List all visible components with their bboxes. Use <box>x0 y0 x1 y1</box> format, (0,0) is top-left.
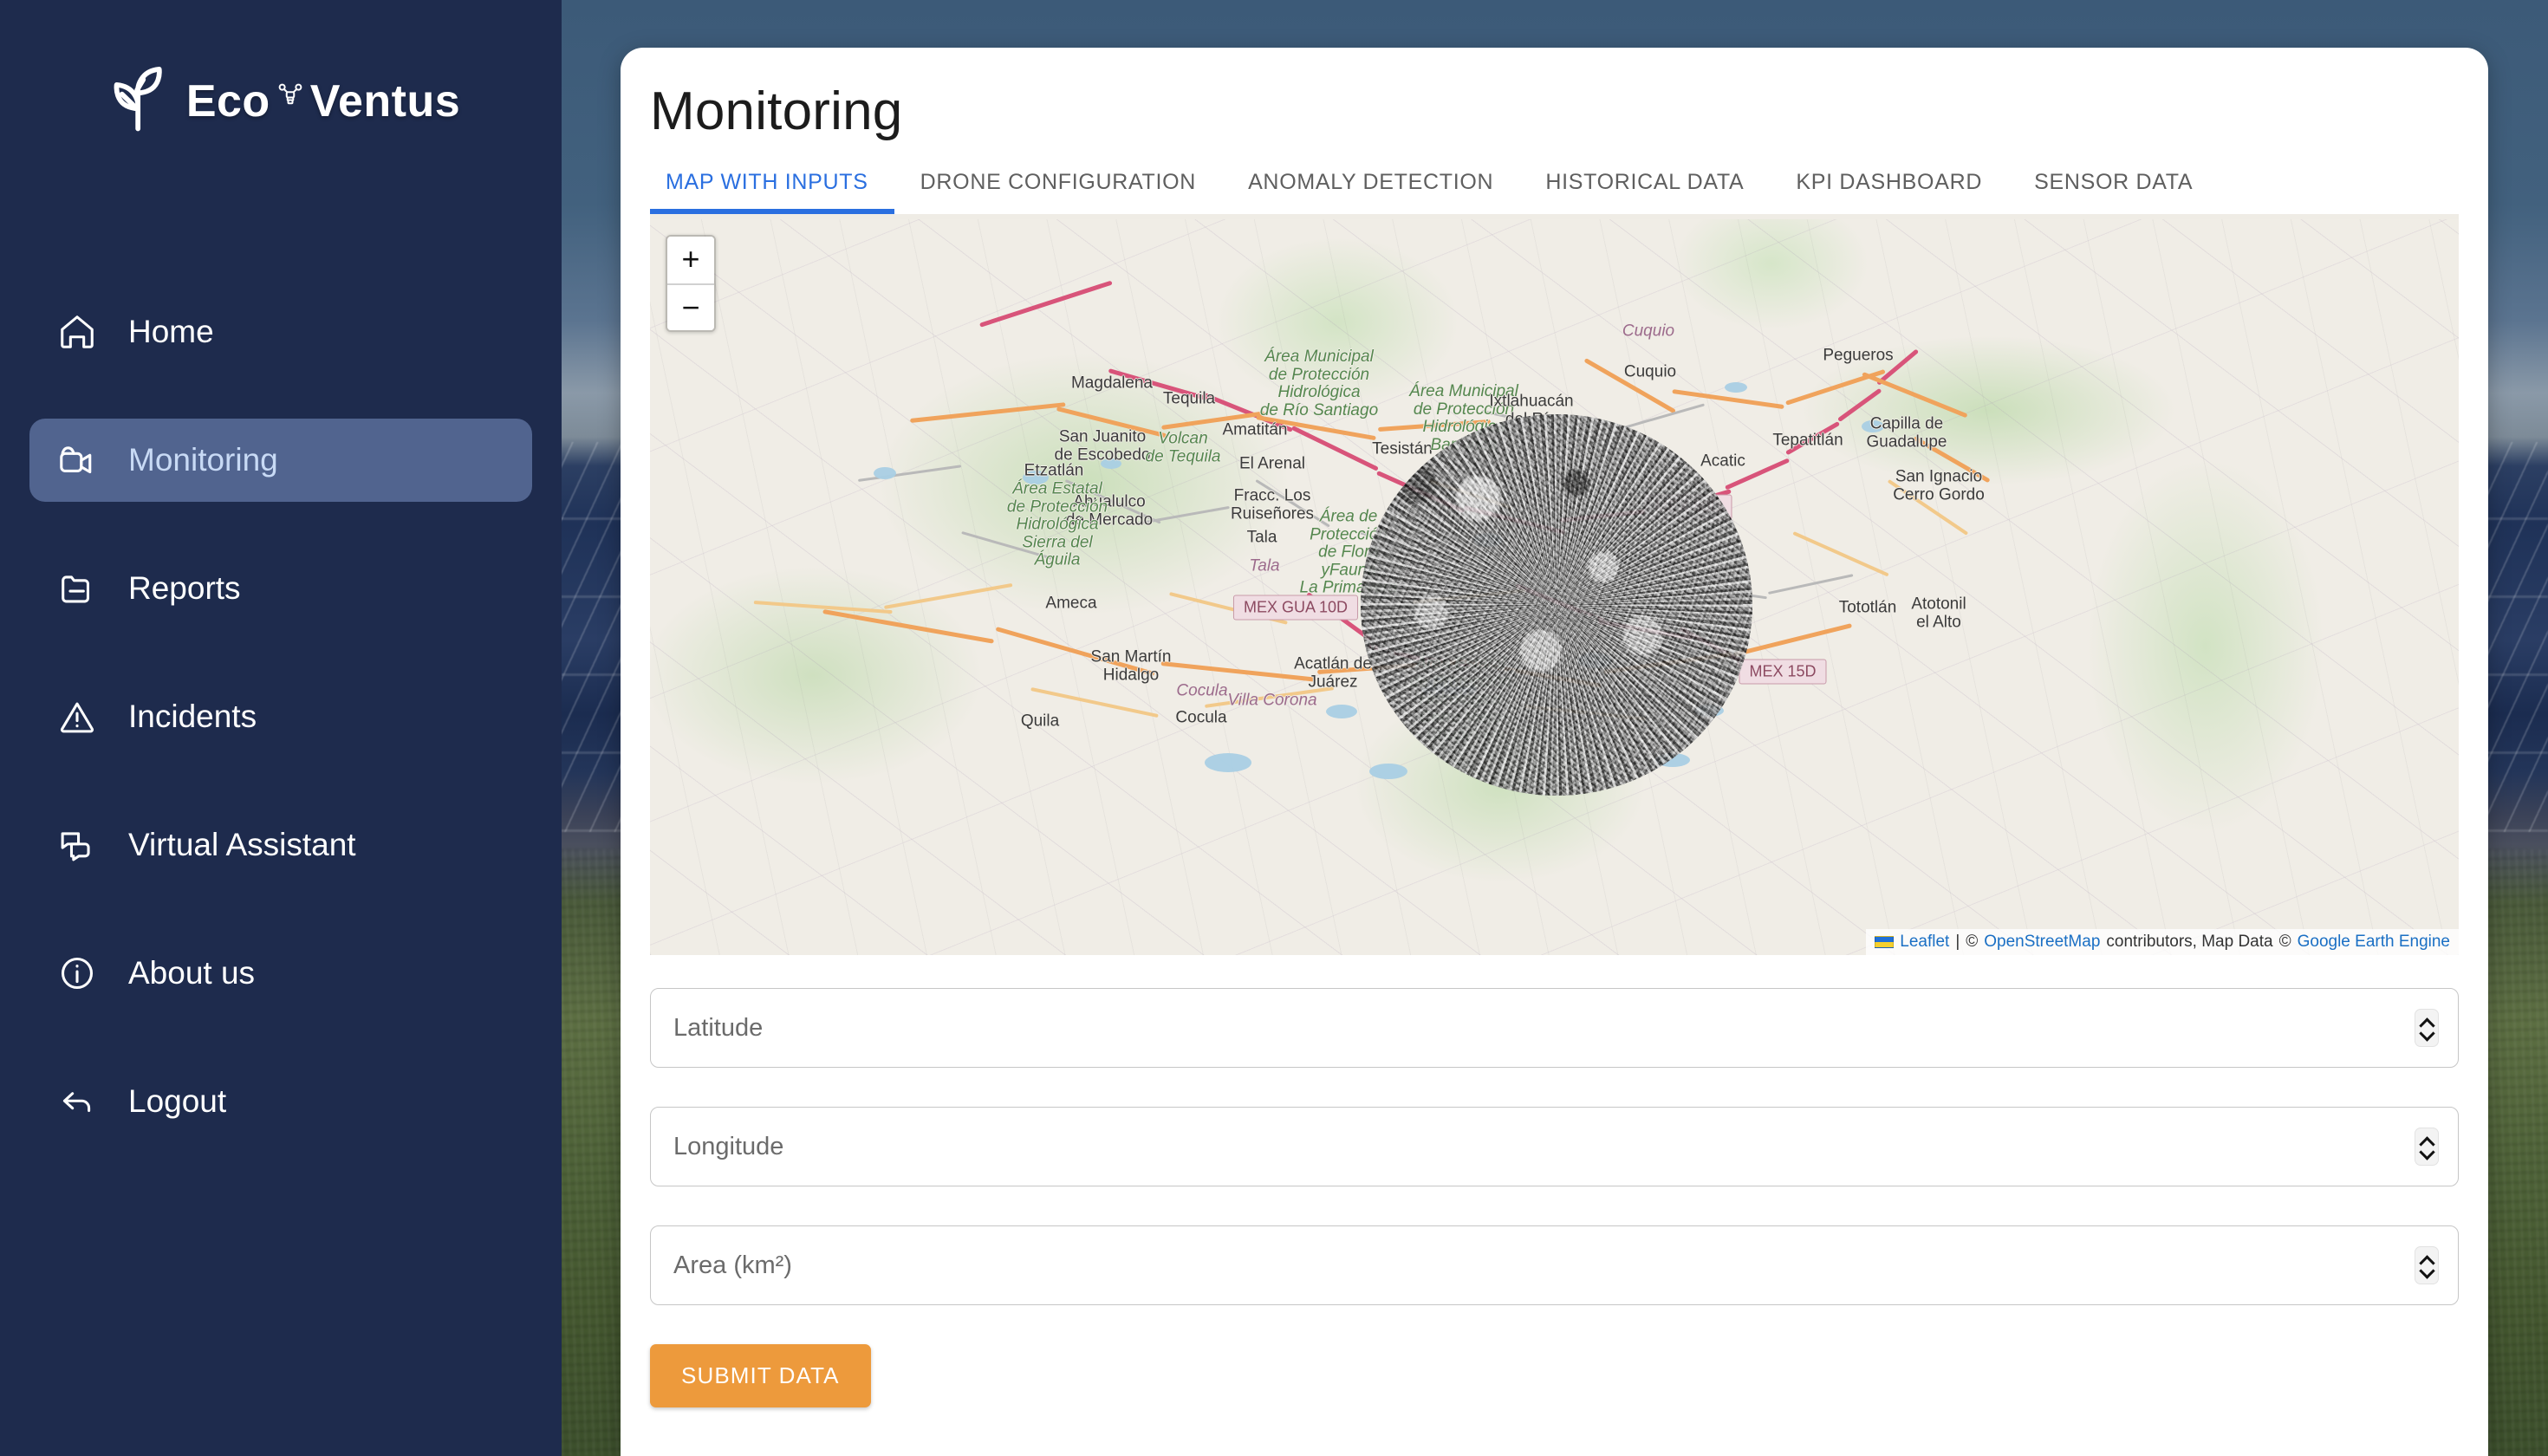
tab-anomaly-detection[interactable]: ANOMALY DETECTION <box>1222 170 1519 214</box>
sidebar-item-label: Monitoring <box>128 442 278 478</box>
map-place-label: Pegueros <box>1823 348 1893 366</box>
brand-name-part2: Ventus <box>310 75 461 127</box>
leaflet-link[interactable]: Leaflet <box>1900 933 1949 952</box>
attribution-separator: | <box>1955 933 1960 952</box>
map-tiles: Magdalena Tequila Amatitán El Arenal San Jua… <box>650 219 2459 955</box>
map-place-label: Cuquio <box>1622 323 1674 341</box>
tab-bar: MAP WITH INPUTS DRONE CONFIGURATION ANOM… <box>621 142 2488 214</box>
map-water-body <box>1326 705 1357 718</box>
zoom-in-button[interactable]: + <box>667 237 714 283</box>
latitude-stepper[interactable] <box>2415 1009 2439 1047</box>
sidebar-item-label: Incidents <box>128 699 257 735</box>
page-title: Monitoring <box>621 48 2488 142</box>
longitude-input[interactable] <box>651 1108 2458 1186</box>
map-place-label: San MartínHidalgo <box>1091 648 1172 684</box>
map-water-body <box>874 467 896 479</box>
map-water-body <box>1205 753 1251 772</box>
drone-icon <box>276 82 305 120</box>
tab-sensor-data[interactable]: SENSOR DATA <box>2008 170 2219 214</box>
sidebar-item-reports[interactable]: Reports <box>29 547 532 630</box>
video-camera-icon <box>55 439 99 482</box>
sidebar-item-logout[interactable]: Logout <box>29 1060 532 1143</box>
map-place-label: Ameca <box>1045 595 1096 614</box>
tab-kpi-dashboard[interactable]: KPI DASHBOARD <box>1770 170 2008 214</box>
map-place-label: Tequila <box>1163 391 1215 409</box>
attribution-copyright-1: © <box>1966 933 1978 952</box>
map-place-label: San Juanitode Escobedo <box>1055 428 1151 464</box>
sidebar-item-label: About us <box>128 955 255 991</box>
latitude-input[interactable] <box>651 989 2458 1067</box>
brand-logo[interactable]: Eco Ventus <box>0 59 562 143</box>
map-place-label: Quila <box>1021 713 1059 731</box>
submit-data-button[interactable]: SUBMIT DATA <box>650 1344 871 1407</box>
area-stepper[interactable] <box>2415 1246 2439 1284</box>
map-place-label: Cocula <box>1175 710 1226 728</box>
sidebar-item-label: Logout <box>128 1083 226 1120</box>
sidebar: Eco Ventus Home <box>0 0 562 1456</box>
longitude-field[interactable] <box>650 1107 2459 1186</box>
sidebar-nav: Home Monitoring Reports <box>0 290 562 1143</box>
zoom-out-button[interactable]: − <box>667 283 714 330</box>
brand-name: Eco Ventus <box>186 75 460 127</box>
google-earth-engine-link[interactable]: Google Earth Engine <box>2298 933 2450 952</box>
chevron-down-icon[interactable] <box>2420 1148 2434 1156</box>
map-place-label: Villa Corona <box>1227 692 1316 711</box>
map-attribution: Leaflet | © OpenStreetMap contributors, … <box>1866 929 2459 955</box>
brand-name-part1: Eco <box>186 75 270 127</box>
sidebar-item-label: Home <box>128 314 214 350</box>
area-input[interactable] <box>651 1226 2458 1304</box>
tab-historical-data[interactable]: HISTORICAL DATA <box>1519 170 1770 214</box>
gee-raster-overlay <box>1361 414 1752 796</box>
sidebar-item-virtual-assistant[interactable]: Virtual Assistant <box>29 803 532 887</box>
map-place-label: El Arenal <box>1239 456 1305 474</box>
content-card: Monitoring MAP WITH INPUTS DRONE CONFIGU… <box>621 48 2488 1456</box>
sidebar-item-label: Reports <box>128 570 241 607</box>
map-place-label: Magdalena <box>1071 375 1153 393</box>
tab-map-with-inputs[interactable]: MAP WITH INPUTS <box>650 170 894 214</box>
chat-bubbles-icon <box>55 823 99 867</box>
map-place-label: Área Municipalde ProtecciónHidrológicade… <box>1260 348 1378 419</box>
sidebar-item-incidents[interactable]: Incidents <box>29 675 532 758</box>
map-place-label: Tala <box>1247 530 1277 548</box>
openstreetmap-link[interactable]: OpenStreetMap <box>1984 933 2100 952</box>
map-place-label: Etzatlán <box>1024 463 1084 481</box>
latitude-field[interactable] <box>650 988 2459 1068</box>
folder-minus-icon <box>55 567 99 610</box>
coordinates-form: SUBMIT DATA <box>621 955 2488 1407</box>
chevron-down-icon[interactable] <box>2420 1030 2434 1037</box>
longitude-stepper[interactable] <box>2415 1128 2439 1166</box>
map-zoom-control: + − <box>666 235 716 332</box>
map-place-label: Atotonilel Alto <box>1911 595 1966 631</box>
map-place-label: San IgnacioCerro Gordo <box>1893 468 1985 504</box>
map-place-label: Área Estatalde ProtecciónHidrológicaSier… <box>1007 481 1108 570</box>
map-place-label: Tepatitlán <box>1772 432 1843 451</box>
sidebar-item-label: Virtual Assistant <box>128 827 356 863</box>
sidebar-item-about-us[interactable]: About us <box>29 932 532 1015</box>
info-circle-icon <box>55 952 99 995</box>
map-place-label: Cuquio <box>1624 364 1676 382</box>
map-place-label: Tototlán <box>1839 600 1897 618</box>
leaf-sprout-icon <box>101 59 181 143</box>
map-place-label: Volcande Tequila <box>1146 430 1221 465</box>
home-icon <box>55 310 99 354</box>
map-water-body <box>1725 382 1747 393</box>
area-field[interactable] <box>650 1225 2459 1305</box>
map-place-label: Amatitán <box>1223 422 1288 440</box>
sidebar-item-monitoring[interactable]: Monitoring <box>29 419 532 502</box>
ukraine-flag-icon <box>1875 936 1894 948</box>
tab-drone-configuration[interactable]: DRONE CONFIGURATION <box>894 170 1222 214</box>
sidebar-item-home[interactable]: Home <box>29 290 532 374</box>
map-place-label: Capilla deGuadalupe <box>1867 415 1947 451</box>
map-route-shield: MEX GUA 10D <box>1233 595 1358 621</box>
map-place-label: Tala <box>1249 558 1279 576</box>
raster-noise-layer-2 <box>1361 414 1752 796</box>
leaflet-map[interactable]: Magdalena Tequila Amatitán El Arenal San Jua… <box>650 214 2459 955</box>
map-place-label: Cocula <box>1176 683 1227 701</box>
arrow-back-icon <box>55 1080 99 1123</box>
attribution-copyright-2: © <box>2279 933 2291 952</box>
warning-triangle-icon <box>55 695 99 738</box>
attribution-contributors: contributors, Map Data <box>2106 933 2272 952</box>
chevron-down-icon[interactable] <box>2420 1267 2434 1275</box>
